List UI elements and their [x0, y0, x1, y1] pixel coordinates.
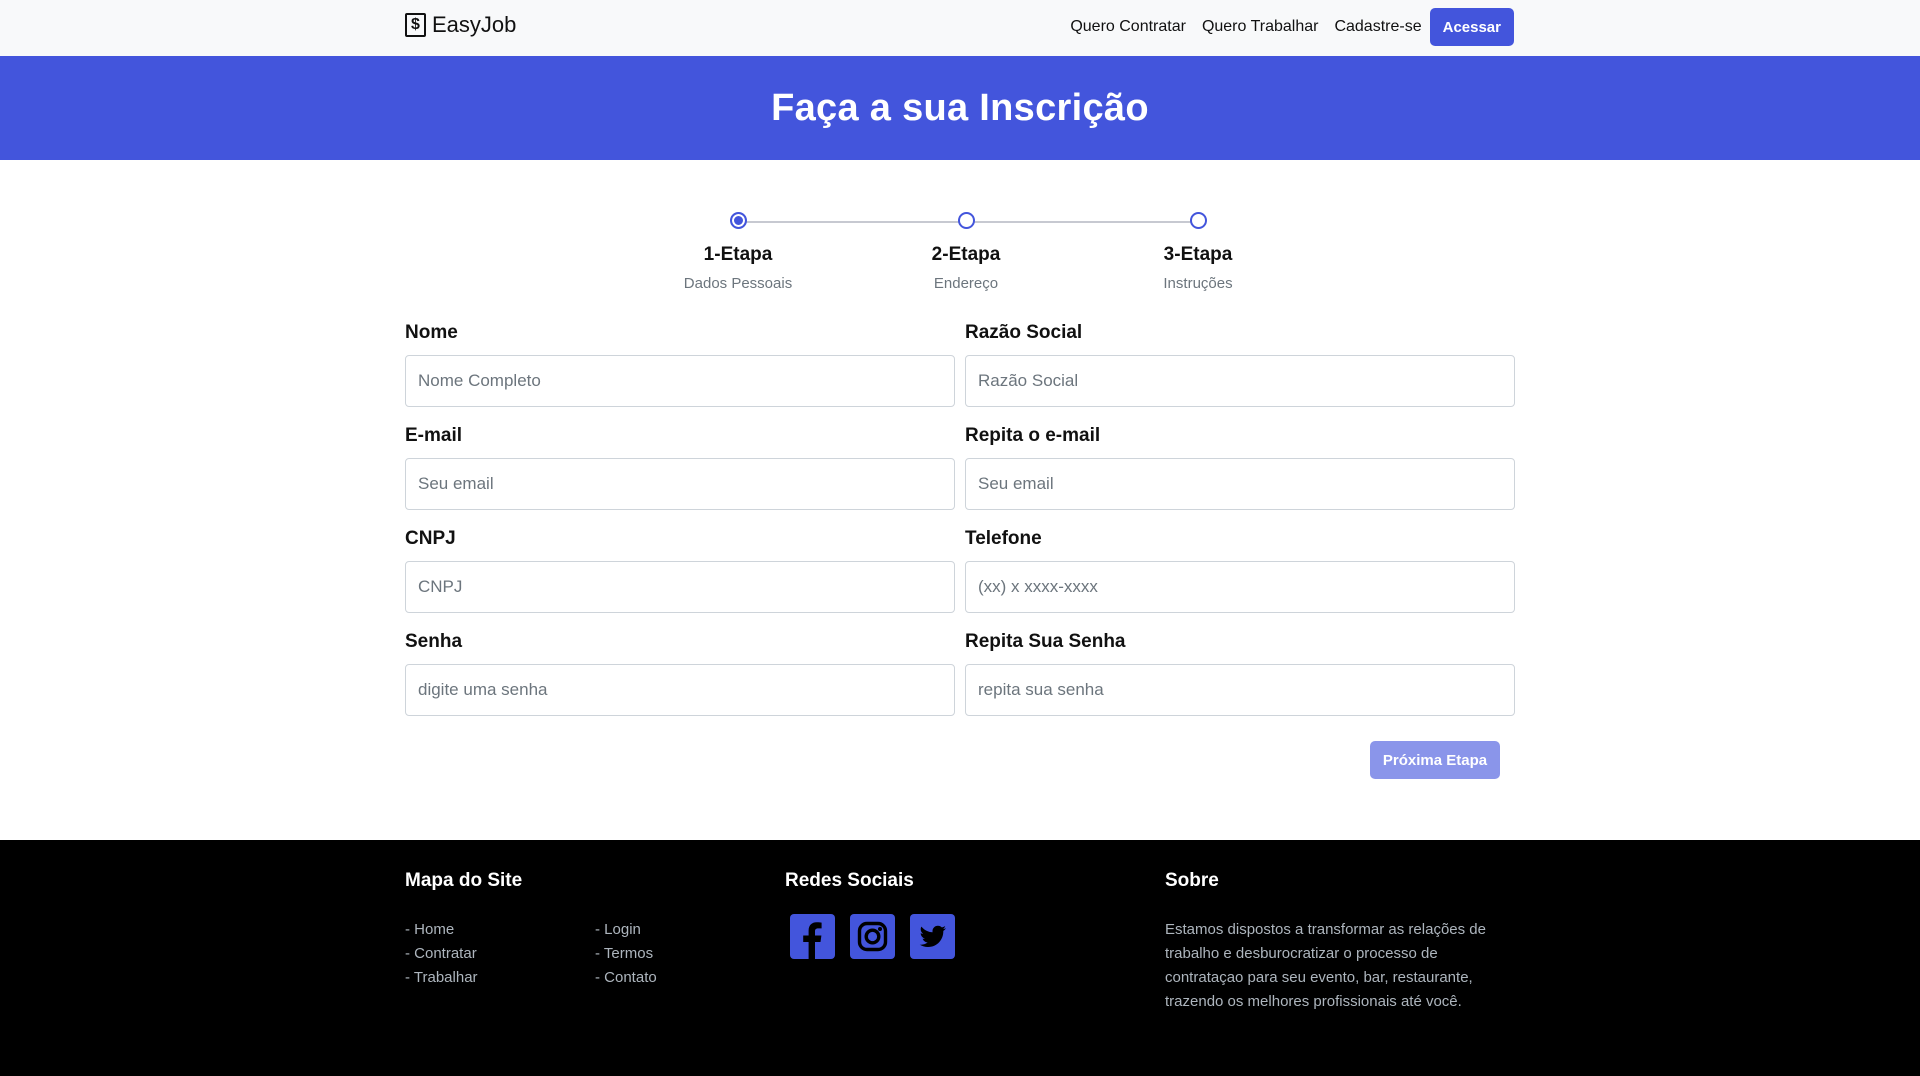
nav-link-quero-contratar[interactable]: Quero Contratar [1062, 8, 1194, 46]
repeat-email-label: Repita o e-mail [965, 425, 1101, 446]
instagram-icon[interactable] [850, 914, 895, 959]
step-subtitle: Instruções [1163, 275, 1233, 292]
brand-name: EasyJob [432, 12, 517, 37]
footer-link-contratar[interactable]: - Contratar [405, 942, 595, 966]
form-row: Senha Repita Sua Senha [405, 631, 1515, 716]
about-text: Estamos dispostos a transformar as relaç… [1165, 921, 1486, 1010]
signup-main: 1-Etapa Dados Pessoais 2-Etapa Endereço … [0, 160, 1920, 840]
form-row: Nome Razão Social [405, 322, 1515, 407]
nav-links: Quero Contratar Quero Trabalhar Cadastre… [1062, 8, 1514, 46]
step-title: 1-Etapa [703, 244, 773, 265]
about-title: Sobre [1165, 870, 1219, 891]
footer-link-home[interactable]: - Home [405, 918, 595, 942]
cnpj-label: CNPJ [405, 528, 456, 549]
form-group-repeat-senha: Repita Sua Senha [965, 631, 1515, 716]
dollar-icon: $ [405, 13, 426, 37]
footer-site-map: Mapa do Site - Home - Contratar - Trabal… [405, 870, 785, 990]
senha-input[interactable] [405, 664, 955, 716]
telefone-input[interactable] [965, 561, 1515, 613]
repeat-email-input[interactable] [965, 458, 1515, 510]
form-row: CNPJ Telefone [405, 528, 1515, 613]
hero-banner: Faça a sua Inscrição [0, 56, 1920, 160]
step-subtitle: Endereço [933, 275, 999, 292]
footer: Mapa do Site - Home - Contratar - Trabal… [0, 840, 1920, 1076]
senha-label: Senha [405, 631, 463, 652]
footer-link-login[interactable]: - Login [595, 918, 785, 942]
site-map-links: - Home - Contratar - Trabalhar - Login -… [405, 918, 785, 990]
site-map-col-2: - Login - Termos - Contato [595, 918, 785, 990]
form-row: E-mail Repita o e-mail [405, 425, 1515, 510]
navbar: $ EasyJob Quero Contratar Quero Trabalha… [0, 0, 1920, 56]
twitter-icon[interactable] [910, 914, 955, 959]
step-3[interactable]: 3-Etapa Instruções [1118, 212, 1278, 292]
facebook-icon[interactable] [790, 914, 835, 959]
form-group-cnpj: CNPJ [405, 528, 955, 613]
cnpj-input[interactable] [405, 561, 955, 613]
signup-form: Nome Razão Social E-mail Repita o e-mail… [405, 322, 1515, 734]
form-group-repeat-email: Repita o e-mail [965, 425, 1515, 510]
social-title: Redes Sociais [785, 870, 914, 891]
step-subtitle: Dados Pessoais [683, 275, 793, 292]
footer-social: Redes Sociais [785, 870, 955, 959]
next-step-button[interactable]: Próxima Etapa [1370, 741, 1500, 779]
step-title: 2-Etapa [931, 244, 1001, 265]
step-1[interactable]: 1-Etapa Dados Pessoais [658, 212, 818, 292]
form-group-telefone: Telefone [965, 528, 1515, 613]
footer-about: Sobre Estamos dispostos a transformar as… [1165, 870, 1510, 1014]
footer-link-termos[interactable]: - Termos [595, 942, 785, 966]
nav-link-cadastre-se[interactable]: Cadastre-se [1326, 8, 1429, 46]
step-title: 3-Etapa [1163, 244, 1233, 265]
form-group-email: E-mail [405, 425, 955, 510]
email-label: E-mail [405, 425, 463, 446]
nome-input[interactable] [405, 355, 955, 407]
form-group-razao-social: Razão Social [965, 322, 1515, 407]
step-dot [957, 212, 975, 229]
nav-link-quero-trabalhar[interactable]: Quero Trabalhar [1194, 8, 1327, 46]
razao-social-label: Razão Social [965, 322, 1083, 343]
step-dot-active [729, 212, 747, 229]
footer-link-contato[interactable]: - Contato [595, 966, 785, 990]
acessar-button[interactable]: Acessar [1429, 8, 1514, 46]
form-group-nome: Nome [405, 322, 955, 407]
repeat-senha-label: Repita Sua Senha [965, 631, 1126, 652]
nome-label: Nome [405, 322, 458, 343]
site-map-col-1: - Home - Contratar - Trabalhar [405, 918, 595, 990]
page-title: Faça a sua Inscrição [771, 86, 1149, 129]
form-group-senha: Senha [405, 631, 955, 716]
step-2[interactable]: 2-Etapa Endereço [886, 212, 1046, 292]
telefone-label: Telefone [965, 528, 1042, 549]
brand-logo[interactable]: $ EasyJob [405, 12, 516, 38]
repeat-senha-input[interactable] [965, 664, 1515, 716]
stepper: 1-Etapa Dados Pessoais 2-Etapa Endereço … [0, 212, 1920, 312]
site-map-title: Mapa do Site [405, 870, 523, 891]
step-dot [1189, 212, 1207, 229]
email-input[interactable] [405, 458, 955, 510]
footer-link-trabalhar[interactable]: - Trabalhar [405, 966, 595, 990]
razao-social-input[interactable] [965, 355, 1515, 407]
social-icons [790, 914, 955, 959]
